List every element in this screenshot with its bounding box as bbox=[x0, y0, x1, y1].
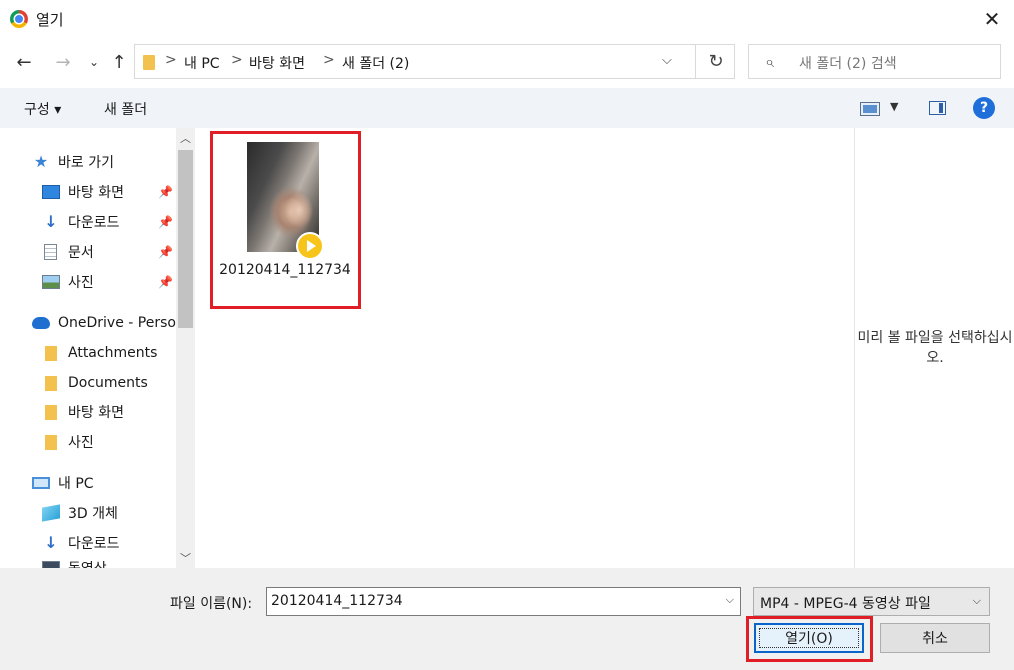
new-folder-button[interactable]: 새 폴더 bbox=[104, 99, 147, 119]
star-icon: ★ bbox=[33, 152, 49, 171]
pin-icon[interactable]: 📌 bbox=[158, 275, 173, 289]
search-box[interactable]: ⌕ 새 폴더 (2) 검색 bbox=[748, 44, 1001, 79]
pin-icon[interactable]: 📌 bbox=[158, 245, 173, 259]
sidebar-item-label: 바로 가기 bbox=[58, 155, 114, 171]
chrome-icon bbox=[10, 10, 28, 28]
sidebar-item-label: 사진 bbox=[68, 435, 94, 451]
sidebar-item-attachments[interactable]: Attachments bbox=[42, 341, 157, 365]
up-arrow-icon: ↑ bbox=[111, 51, 127, 73]
sidebar-item-label: 다운로드 bbox=[68, 536, 120, 552]
recent-locations-button[interactable]: ⌄ bbox=[81, 49, 107, 75]
search-icon: ⌕ bbox=[765, 52, 774, 71]
chevron-right-icon: > bbox=[323, 52, 335, 68]
open-button-highlight bbox=[746, 616, 873, 662]
sidebar-item-onedrive-documents[interactable]: Documents bbox=[42, 371, 148, 395]
pin-icon[interactable]: 📌 bbox=[158, 185, 173, 199]
sidebar-item-desktop[interactable]: 바탕 화면 bbox=[42, 180, 124, 204]
sidebar-item-label: 바탕 화면 bbox=[68, 185, 124, 201]
breadcrumb-desktop[interactable]: 바탕 화면 bbox=[249, 53, 305, 73]
onedrive-icon bbox=[32, 317, 50, 329]
sidebar-item-quick-access[interactable]: ★ 바로 가기 bbox=[32, 150, 114, 174]
preview-pane: 미리 볼 파일을 선택하십시오. bbox=[854, 128, 1014, 568]
sidebar-item-documents[interactable]: 문서 bbox=[42, 240, 94, 264]
sidebar-item-videos[interactable]: 동영상 bbox=[42, 556, 107, 568]
folder-icon bbox=[143, 55, 155, 70]
pin-icon[interactable]: 📌 bbox=[158, 215, 173, 229]
help-icon[interactable]: ? bbox=[973, 97, 995, 119]
file-type-select[interactable]: MP4 - MPEG-4 동영상 파일 ⌵ bbox=[753, 587, 990, 616]
close-button[interactable]: ✕ bbox=[976, 4, 1008, 34]
video-icon bbox=[42, 561, 60, 568]
sidebar-item-label: 동영상 bbox=[68, 558, 107, 568]
cancel-button[interactable]: 취소 bbox=[880, 623, 990, 653]
title-bar bbox=[0, 0, 1014, 38]
address-bar[interactable]: > 내 PC > 바탕 화면 > 새 폴더 (2) ⌵ ↻ bbox=[134, 44, 735, 79]
scroll-up-icon[interactable]: ︿ bbox=[176, 130, 195, 146]
chevron-right-icon: > bbox=[231, 52, 243, 68]
sidebar-item-pictures[interactable]: 사진 bbox=[42, 270, 94, 294]
download-icon: ↓ bbox=[44, 533, 58, 552]
folder-icon bbox=[45, 434, 57, 450]
search-placeholder: 새 폴더 (2) 검색 bbox=[799, 56, 897, 72]
sidebar-item-label: 다운로드 bbox=[68, 215, 120, 231]
sidebar-item-pc-downloads[interactable]: ↓ 다운로드 bbox=[42, 531, 120, 555]
preview-message: 미리 볼 파일을 선택하십시오. bbox=[857, 330, 1013, 366]
chevron-down-icon: ⌄ bbox=[88, 55, 100, 69]
folder-icon bbox=[45, 404, 57, 420]
refresh-button[interactable]: ↻ bbox=[695, 45, 736, 78]
folder-icon bbox=[45, 375, 57, 391]
address-dropdown-icon[interactable]: ⌵ bbox=[662, 53, 672, 68]
file-type-value: MP4 - MPEG-4 동영상 파일 bbox=[760, 596, 931, 612]
close-icon: ✕ bbox=[983, 7, 1001, 31]
sidebar-item-this-pc[interactable]: 내 PC bbox=[32, 471, 94, 495]
chevron-down-icon[interactable]: ⌵ bbox=[726, 593, 734, 607]
sidebar-item-onedrive-pictures[interactable]: 사진 bbox=[42, 430, 94, 454]
view-options-dropdown-icon[interactable]: ▼ bbox=[890, 100, 898, 113]
pictures-icon bbox=[42, 275, 60, 289]
sidebar-item-downloads[interactable]: ↓ 다운로드 bbox=[42, 210, 120, 234]
sidebar-item-label: OneDrive - Person bbox=[58, 315, 185, 331]
sidebar-item-onedrive-desktop[interactable]: 바탕 화면 bbox=[42, 400, 124, 424]
chevron-down-icon[interactable]: ⌵ bbox=[973, 594, 981, 608]
document-icon bbox=[44, 244, 57, 260]
sidebar-item-label: 바탕 화면 bbox=[68, 405, 124, 421]
forward-arrow-icon: → bbox=[55, 51, 71, 73]
breadcrumb-my-pc[interactable]: 내 PC bbox=[184, 53, 220, 73]
sidebar-item-onedrive[interactable]: OneDrive - Person bbox=[32, 311, 185, 335]
sidebar-item-label: 사진 bbox=[68, 275, 94, 291]
filename-label: 파일 이름(N): bbox=[170, 596, 253, 612]
3d-objects-icon bbox=[42, 504, 60, 522]
desktop-icon bbox=[42, 185, 60, 199]
sidebar-item-label: 내 PC bbox=[58, 476, 94, 492]
scrollbar-thumb[interactable] bbox=[178, 150, 193, 328]
navigation-pane: ★ 바로 가기 바탕 화면 📌 ↓ 다운로드 📌 문서 📌 사진 📌 OneDr… bbox=[0, 128, 196, 568]
file-selection-highlight bbox=[210, 131, 361, 309]
scroll-down-icon[interactable]: ﹀ bbox=[176, 550, 195, 566]
change-view-icon[interactable] bbox=[860, 102, 880, 116]
sidebar-item-label: Attachments bbox=[68, 345, 158, 361]
pc-icon bbox=[32, 477, 50, 489]
forward-button[interactable]: → bbox=[50, 49, 76, 75]
folder-icon bbox=[45, 345, 57, 361]
sidebar-scrollbar[interactable]: ︿ ﹀ bbox=[176, 128, 195, 568]
up-button[interactable]: ↑ bbox=[106, 49, 132, 75]
refresh-icon: ↻ bbox=[708, 51, 724, 72]
breadcrumb-new-folder-2[interactable]: 새 폴더 (2) bbox=[342, 53, 409, 73]
sidebar-item-label: 3D 개체 bbox=[68, 506, 118, 522]
sidebar-item-label: 문서 bbox=[68, 245, 94, 261]
back-arrow-icon: ← bbox=[16, 51, 32, 73]
cancel-button-label: 취소 bbox=[922, 631, 948, 647]
download-icon: ↓ bbox=[44, 212, 58, 231]
sidebar-item-3d-objects[interactable]: 3D 개체 bbox=[42, 501, 118, 525]
chevron-right-icon: > bbox=[165, 52, 177, 68]
sidebar-item-label: Documents bbox=[68, 375, 148, 391]
filename-input[interactable]: 20120414_112734 ⌵ bbox=[266, 587, 741, 616]
organize-button[interactable]: 구성 ▾ bbox=[24, 99, 61, 119]
window-title: 열기 bbox=[36, 11, 64, 29]
filename-value: 20120414_112734 bbox=[271, 593, 403, 609]
preview-pane-icon[interactable] bbox=[929, 101, 946, 115]
back-button[interactable]: ← bbox=[11, 49, 37, 75]
